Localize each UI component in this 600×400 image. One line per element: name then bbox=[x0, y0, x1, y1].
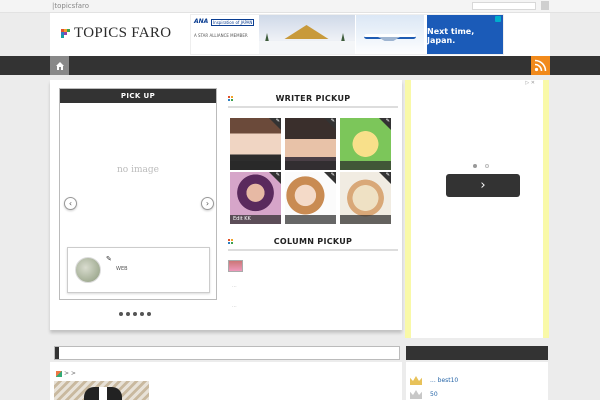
ranking-item[interactable]: 50 bbox=[410, 390, 438, 399]
article-category[interactable]: WEB bbox=[116, 266, 128, 272]
writer-thumb[interactable]: ✎ bbox=[285, 172, 336, 224]
global-nav bbox=[0, 56, 600, 75]
ad-pager-dot[interactable] bbox=[485, 164, 489, 168]
site-tagline: |topicsfaro bbox=[52, 2, 90, 10]
site-header: TOPICS FARO ANA Inspiration of JAPAN A S… bbox=[50, 13, 550, 56]
ad-temple-image bbox=[259, 15, 355, 54]
ad-pager-dot[interactable] bbox=[473, 164, 477, 168]
column-pickup-heading: COLUMN PICKUP bbox=[228, 235, 398, 251]
writer-name bbox=[340, 161, 391, 170]
ad-next-button[interactable]: › bbox=[446, 174, 520, 197]
slider-prev-button[interactable]: ‹ bbox=[64, 197, 77, 210]
adchoices-icon[interactable]: ▷ ✕ bbox=[525, 80, 535, 86]
ranking-widget: ... best10 50 bbox=[406, 362, 548, 400]
sidebar-ad: ▷ ✕ › bbox=[405, 80, 549, 338]
column-pickup-title: COLUMN PICKUP bbox=[273, 237, 353, 246]
slider-dot[interactable] bbox=[133, 312, 137, 316]
writer-thumb[interactable]: ✎ Edit KK bbox=[230, 172, 281, 224]
writer-thumb[interactable]: ✎ bbox=[285, 118, 336, 170]
ad-tagline: Inspiration of JAPAN bbox=[211, 19, 255, 26]
slider-dot[interactable] bbox=[147, 312, 151, 316]
writer-pickup-heading: WRITER PICKUP bbox=[228, 92, 398, 108]
slider-pagination bbox=[119, 312, 151, 316]
writer-name bbox=[285, 161, 336, 170]
column-item[interactable]: ... bbox=[232, 303, 237, 309]
pickup-slider: PICK UP no image ‹ › ✎ WEB bbox=[59, 88, 217, 300]
author-avatar[interactable] bbox=[75, 257, 101, 283]
slider-next-button[interactable]: › bbox=[201, 197, 214, 210]
writer-pickup-title: WRITER PICKUP bbox=[275, 94, 351, 103]
column-item[interactable]: ... bbox=[232, 283, 237, 289]
search-input[interactable] bbox=[472, 2, 536, 10]
section-mark-icon bbox=[56, 370, 62, 377]
slider-dot[interactable] bbox=[140, 312, 144, 316]
sidebar-ad-body[interactable]: ▷ ✕ › bbox=[411, 80, 543, 338]
slider-dot[interactable] bbox=[119, 312, 123, 316]
sidebar-header-bar bbox=[406, 346, 548, 360]
nav-rss[interactable] bbox=[531, 56, 550, 75]
writer-name bbox=[285, 215, 336, 224]
article-thumb[interactable] bbox=[54, 381, 149, 400]
pickup-title: PICK UP bbox=[60, 89, 216, 103]
writer-name bbox=[230, 161, 281, 170]
top-bar: |topicsfaro bbox=[0, 0, 600, 13]
adchoices-icon[interactable] bbox=[495, 16, 501, 22]
search-button[interactable] bbox=[541, 1, 549, 10]
ad-alliance: A STAR ALLIANCE MEMBER bbox=[194, 33, 248, 38]
ranking-label[interactable]: ... best10 bbox=[430, 377, 458, 384]
home-icon bbox=[55, 61, 64, 70]
banner-ad[interactable]: ANA Inspiration of JAPAN A STAR ALLIANCE… bbox=[190, 14, 504, 55]
writer-thumb[interactable]: ✎ bbox=[230, 118, 281, 170]
content-header-bar bbox=[54, 346, 400, 360]
logo-mark-icon bbox=[61, 29, 70, 38]
ranking-item[interactable]: ... best10 bbox=[410, 376, 458, 385]
breadcrumb: > > bbox=[56, 370, 76, 377]
pencil-icon: ✎ bbox=[106, 255, 112, 263]
slider-dot[interactable] bbox=[126, 312, 130, 316]
pickup-no-image: no image bbox=[117, 165, 159, 175]
crown-icon bbox=[410, 390, 422, 399]
breadcrumb-text[interactable]: > > bbox=[64, 370, 76, 377]
ad-brand: ANA bbox=[194, 18, 209, 25]
ranking-label[interactable]: 50 bbox=[430, 391, 438, 398]
ad-airplane-image bbox=[356, 15, 424, 54]
rss-icon bbox=[534, 59, 547, 72]
crown-icon bbox=[410, 376, 422, 385]
writer-thumb[interactable]: ✎ bbox=[340, 172, 391, 224]
writer-thumb[interactable]: ✎ bbox=[340, 118, 391, 170]
column-thumb[interactable] bbox=[228, 260, 243, 272]
nav-home[interactable] bbox=[50, 56, 69, 75]
writer-name bbox=[340, 215, 391, 224]
ad-cta[interactable]: Next time, Japan. bbox=[427, 15, 503, 54]
site-logo-text: TOPICS FARO bbox=[74, 25, 172, 41]
pickup-article-card[interactable]: ✎ WEB bbox=[67, 247, 210, 293]
writer-name: Edit KK bbox=[230, 215, 281, 224]
site-logo[interactable]: TOPICS FARO bbox=[61, 25, 171, 42]
